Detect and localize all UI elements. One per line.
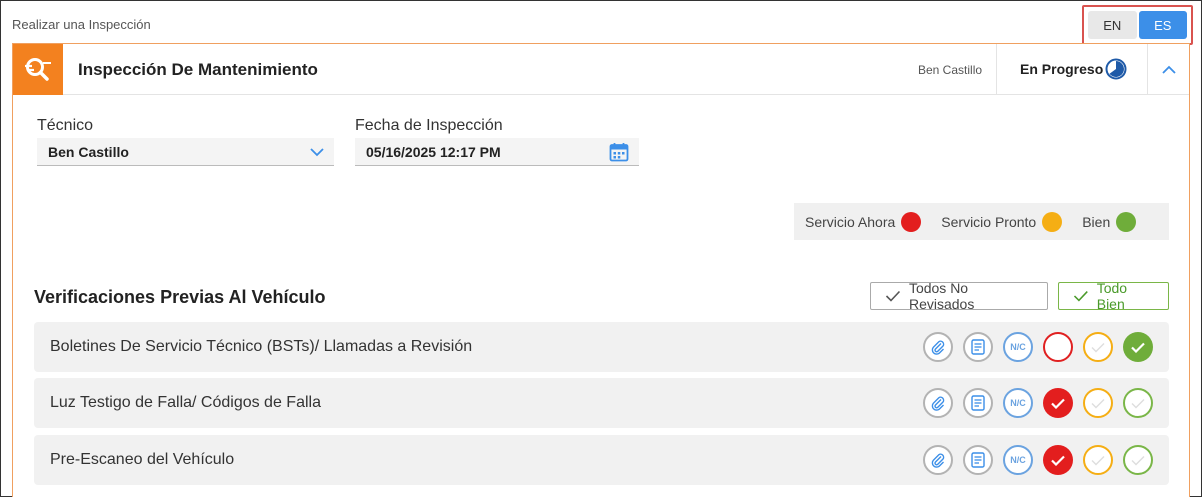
button-label: Todos No Revisados xyxy=(908,280,975,312)
na-label: N/C xyxy=(1010,342,1026,352)
checklist-item-label: Luz Testigo de Falla/ Códigos de Falla xyxy=(50,394,321,411)
na-label: N/C xyxy=(1010,455,1026,465)
chevron-up-icon xyxy=(1162,65,1176,74)
na-label: N/C xyxy=(1010,398,1026,408)
notes-button[interactable] xyxy=(963,445,993,475)
check-icon xyxy=(1051,398,1065,409)
inspection-icon xyxy=(13,44,63,95)
not-applicable-button[interactable]: N/C xyxy=(1003,445,1033,475)
service-now-button[interactable] xyxy=(1043,388,1073,418)
good-button[interactable] xyxy=(1123,388,1153,418)
service-now-button[interactable] xyxy=(1043,445,1073,475)
date-input[interactable]: 05/16/2025 12:17 PM xyxy=(355,138,639,166)
technician-value: Ben Castillo xyxy=(48,143,129,160)
check-icon xyxy=(1131,342,1145,353)
legend-label: Bien xyxy=(1082,213,1111,230)
checklist-row: Luz Testigo de Falla/ Códigos de Falla N… xyxy=(34,378,1169,428)
notes-button[interactable] xyxy=(963,388,993,418)
progress-icon xyxy=(1105,58,1127,85)
notes-icon xyxy=(971,452,985,468)
calendar-icon[interactable] xyxy=(609,142,629,162)
checklist-item-label: Pre-Escaneo del Vehículo xyxy=(50,451,235,468)
service-now-button[interactable] xyxy=(1043,332,1073,362)
check-icon xyxy=(1051,455,1065,466)
not-applicable-button[interactable]: N/C xyxy=(1003,332,1033,362)
collapse-button[interactable] xyxy=(1148,44,1190,95)
legend-item-service-now: Servicio Ahora xyxy=(805,211,922,232)
service-soon-button[interactable] xyxy=(1083,332,1113,362)
paperclip-icon xyxy=(931,396,945,411)
check-icon xyxy=(1091,398,1105,408)
check-icon xyxy=(1131,398,1145,408)
row-actions: N/C xyxy=(923,445,1153,475)
row-actions: N/C xyxy=(923,332,1153,362)
card-header: Inspección De Mantenimiento Ben Castillo… xyxy=(13,44,1189,95)
check-icon xyxy=(885,290,901,302)
page-title: Realizar una Inspección xyxy=(12,17,151,32)
attachment-button[interactable] xyxy=(923,445,953,475)
section-title: Verificaciones Previas Al Vehículo xyxy=(34,287,326,307)
check-icon xyxy=(1073,291,1088,302)
language-en-button[interactable]: EN xyxy=(1088,11,1137,39)
technician-select[interactable]: Ben Castillo xyxy=(37,138,334,166)
app-frame: Realizar una Inspección EN ES Inspección… xyxy=(0,0,1202,497)
checklist-row: Pre-Escaneo del Vehículo N/C xyxy=(34,435,1169,485)
service-soon-button[interactable] xyxy=(1083,388,1113,418)
orange-dot-icon xyxy=(1042,211,1063,232)
legend-label: Servicio Pronto xyxy=(941,213,1037,230)
check-icon xyxy=(1091,455,1105,465)
header-divider xyxy=(996,44,997,95)
not-applicable-button[interactable]: N/C xyxy=(1003,388,1033,418)
date-label: Fecha de Inspección xyxy=(355,117,503,134)
red-dot-icon xyxy=(901,211,922,232)
notes-icon xyxy=(971,395,985,411)
inspector-name: Ben Castillo xyxy=(918,63,983,77)
paperclip-icon xyxy=(931,340,945,355)
legend-item-good: Bien xyxy=(1082,211,1137,232)
technician-label: Técnico xyxy=(37,117,94,134)
mark-all-not-reviewed-button[interactable]: Todos No Revisados xyxy=(870,280,1048,312)
attachment-button[interactable] xyxy=(923,388,953,418)
status-label: En Progreso xyxy=(1020,61,1104,77)
good-button[interactable] xyxy=(1123,445,1153,475)
checklist-item-label: Boletines De Servicio Técnico (BSTs)/ Ll… xyxy=(50,338,473,355)
checklist-row: Boletines De Servicio Técnico (BSTs)/ Ll… xyxy=(34,322,1169,372)
service-soon-button[interactable] xyxy=(1083,445,1113,475)
green-dot-icon xyxy=(1116,211,1137,232)
inspection-title: Inspección De Mantenimiento xyxy=(78,60,318,79)
check-icon xyxy=(1091,342,1105,352)
language-toggle: EN ES xyxy=(1082,5,1193,45)
status-legend: Servicio Ahora Servicio Pronto Bien xyxy=(794,203,1169,240)
legend-item-service-soon: Servicio Pronto xyxy=(941,211,1063,232)
notes-icon xyxy=(971,339,985,355)
legend-label: Servicio Ahora xyxy=(805,213,896,230)
attachment-button[interactable] xyxy=(923,332,953,362)
notes-button[interactable] xyxy=(963,332,993,362)
row-actions: N/C xyxy=(923,388,1153,418)
good-button[interactable] xyxy=(1123,332,1153,362)
mark-all-good-button[interactable]: Todo Bien xyxy=(1058,280,1169,312)
date-value: 05/16/2025 12:17 PM xyxy=(366,143,501,160)
paperclip-icon xyxy=(931,453,945,468)
chevron-down-icon xyxy=(310,148,324,157)
button-label: Todo Bien xyxy=(1096,280,1128,312)
inspection-card: Inspección De Mantenimiento Ben Castillo… xyxy=(12,43,1190,497)
check-icon xyxy=(1131,455,1145,465)
language-es-button[interactable]: ES xyxy=(1138,11,1187,39)
